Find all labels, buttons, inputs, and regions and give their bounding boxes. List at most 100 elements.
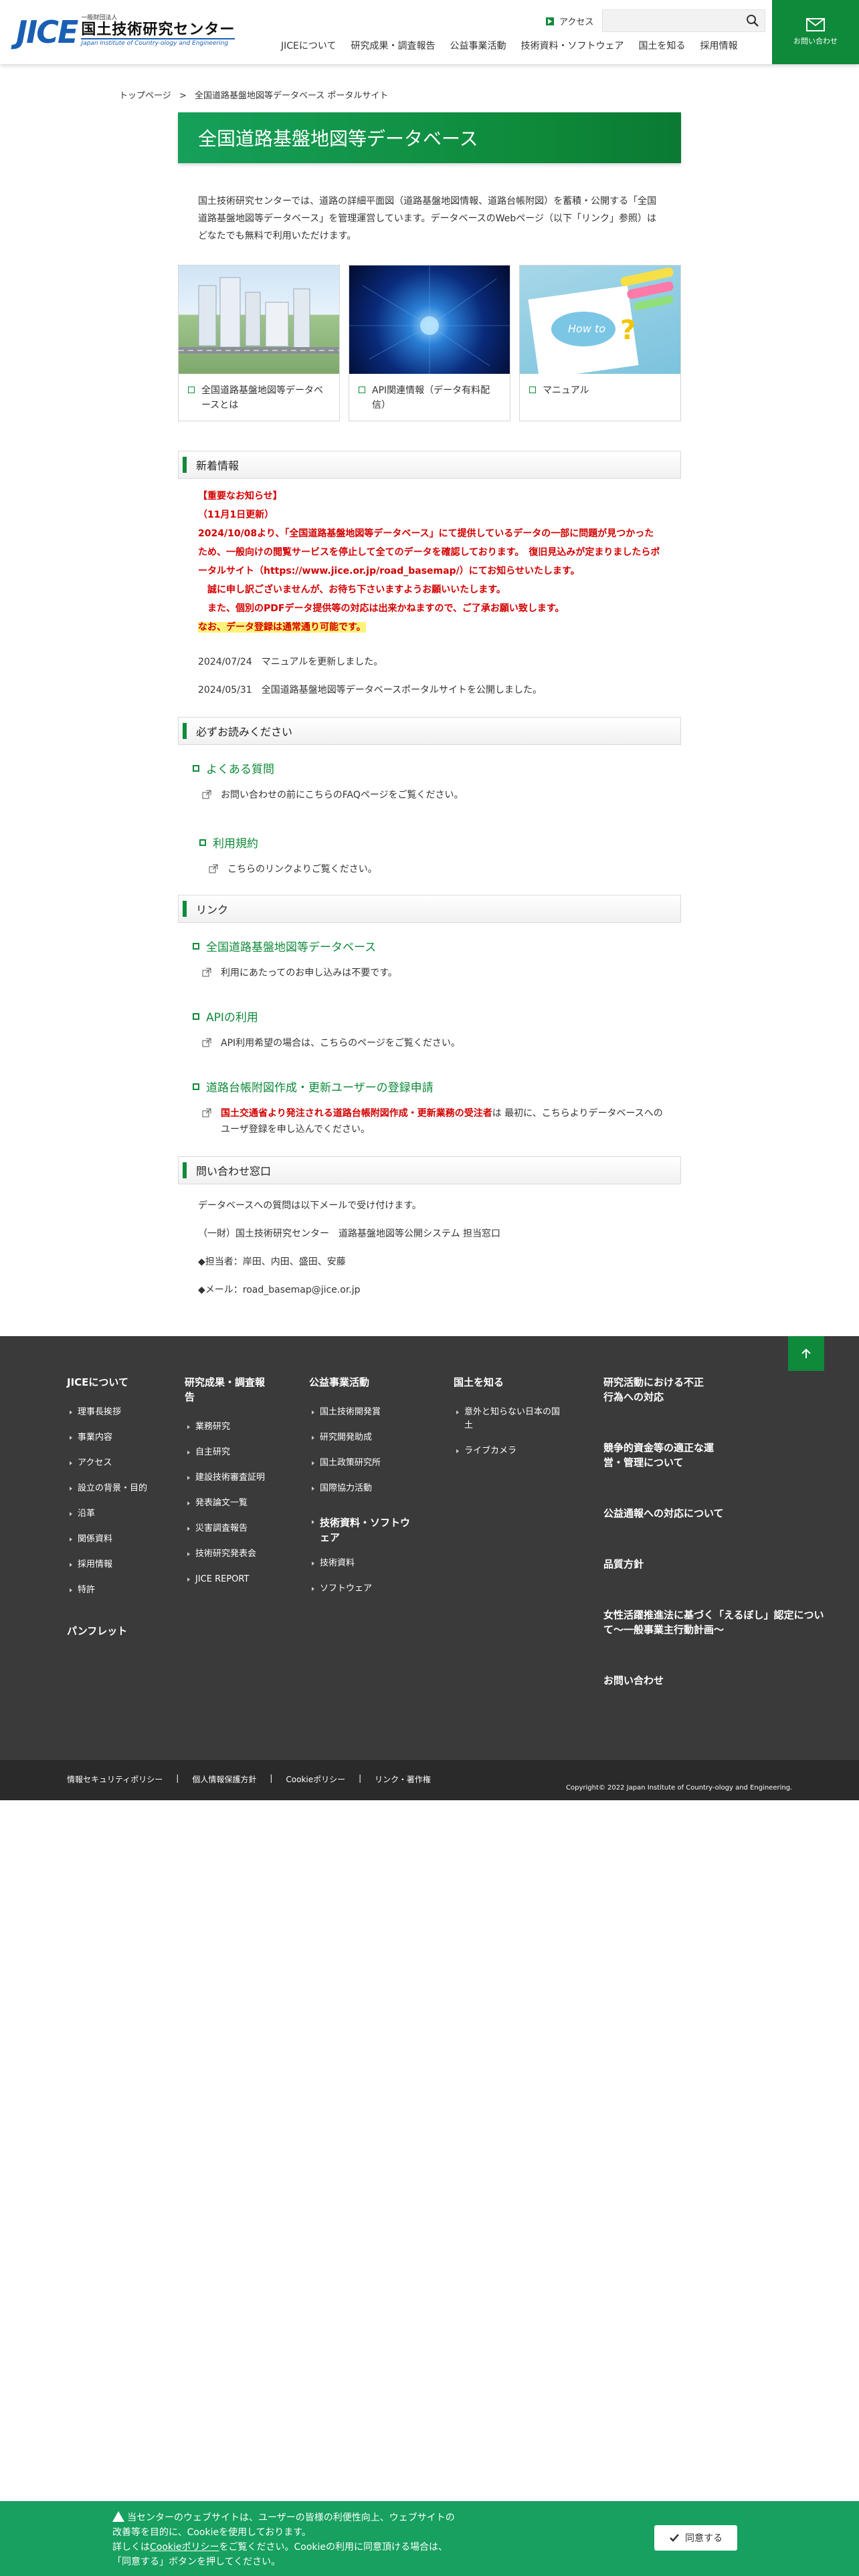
- footer-policy-link[interactable]: 競争的資金等の適正な運営・管理について: [603, 1440, 724, 1470]
- footer-col-title[interactable]: 国土を知る: [454, 1375, 561, 1390]
- external-link-icon: [209, 864, 218, 873]
- footer-policy-link[interactable]: 研究活動における不正行為への対応: [603, 1375, 710, 1404]
- footer-divider: |: [176, 1774, 179, 1783]
- news-date: 2024/05/31: [198, 685, 252, 695]
- footer-link[interactable]: アクセス: [67, 1457, 154, 1470]
- terms-title[interactable]: 利用規約: [178, 834, 681, 851]
- footer-bottom-link[interactable]: 情報セキュリティポリシー: [67, 1774, 163, 1785]
- search-input[interactable]: [603, 10, 737, 31]
- link-icon: [188, 387, 195, 393]
- nav-item-research[interactable]: 研究成果・調査報告: [351, 39, 435, 52]
- intro-text: 国土技術研究センターでは、道路の詳細平面図（道路基盤地図情報、道路台帳附図）を蓄…: [198, 196, 657, 241]
- footer-link[interactable]: 技術資料: [309, 1557, 423, 1570]
- terms-text[interactable]: こちらのリンクよりご覧ください。: [178, 861, 681, 877]
- external-link-icon: [202, 968, 211, 977]
- contact-button[interactable]: お問い合わせ: [772, 0, 859, 64]
- footer-link[interactable]: 建設技術審査証明: [185, 1471, 272, 1485]
- news-item[interactable]: 2024/07/24 マニュアルを更新しました。: [198, 653, 661, 671]
- cookie-policy-link[interactable]: Cookieポリシー: [150, 2542, 219, 2553]
- svg-text:How to: How to: [568, 322, 605, 335]
- footer-link[interactable]: 発表論文一覧: [185, 1497, 272, 1510]
- digital-network-image: [349, 265, 510, 374]
- footer-col-title[interactable]: 技術資料・ソフトウェア: [309, 1515, 416, 1545]
- nav-item-recruit[interactable]: 採用情報: [700, 39, 737, 52]
- footer-col-title[interactable]: 研究成果・調査報告: [185, 1375, 272, 1404]
- footer-link[interactable]: 技術研究発表会: [185, 1547, 272, 1561]
- back-to-top-button[interactable]: [788, 1336, 824, 1371]
- footer-link[interactable]: 事業内容: [67, 1431, 154, 1444]
- card-manual[interactable]: How to ? マニュアル: [519, 265, 681, 421]
- db-link-text[interactable]: 利用にあたってのお申し込みは不要です。: [178, 965, 681, 981]
- notice-highlight: なお、データ登録は通常通り可能です。: [198, 622, 366, 633]
- card-about-db-label: 全国道路基盤地図等データベースとは: [201, 385, 323, 411]
- nav-item-tech-software[interactable]: 技術資料・ソフトウェア: [520, 39, 624, 52]
- footer-bottom-link[interactable]: リンク・著作権: [375, 1774, 431, 1785]
- main-nav: JICEについて 研究成果・調査報告 公益事業活動 技術資料・ソフトウェア 国土…: [281, 39, 752, 52]
- api-link-text[interactable]: API利用希望の場合は、こちらのページをご覧ください。: [178, 1035, 681, 1051]
- footer-link[interactable]: 国土技術開発賞: [309, 1406, 423, 1419]
- footer-link[interactable]: JICE REPORT: [185, 1573, 272, 1586]
- footer-link[interactable]: 採用情報: [67, 1558, 154, 1572]
- svg-text:?: ?: [620, 315, 636, 346]
- breadcrumb-separator: >: [179, 91, 187, 101]
- footer-link[interactable]: 国際協力活動: [309, 1482, 423, 1495]
- notice-line: 誠に申し訳ございませんが、お待ち下さいますようお願いいたします。: [198, 584, 506, 595]
- footer-policy-link[interactable]: 女性活躍推進法に基づく「えるぼし」認定について〜一般事業主行動計画〜: [603, 1608, 824, 1637]
- faq-text-label: お問い合わせの前にこちらのFAQページをご覧ください。: [221, 790, 464, 800]
- api-link-title[interactable]: APIの利用: [178, 1008, 681, 1025]
- footer-link[interactable]: 研究開発助成: [309, 1431, 423, 1444]
- footer-link[interactable]: 国土政策研究所: [309, 1457, 423, 1470]
- howto-notebook-image: How to ?: [520, 265, 680, 374]
- db-link-title[interactable]: 全国道路基盤地図等データベース: [178, 938, 681, 954]
- cookie-line: をご覧ください。Cookieの利用に同意頂ける場合は、: [219, 2542, 448, 2553]
- agree-button[interactable]: 同意する: [654, 2525, 737, 2551]
- nav-item-about[interactable]: JICEについて: [281, 39, 336, 52]
- footer-link[interactable]: 沿革: [67, 1507, 154, 1521]
- faq-text[interactable]: お問い合わせの前にこちらのFAQページをご覧ください。: [178, 787, 681, 803]
- cookie-line: 当センターのウェブサイトは、ユーザーの皆様の利便性向上、ウェブサイトの: [127, 2512, 455, 2523]
- nav-item-know-land[interactable]: 国土を知る: [638, 39, 685, 52]
- card-api-info[interactable]: API関連情報（データ有料配信）: [349, 265, 510, 421]
- city-buildings-image: [179, 265, 339, 374]
- footer-policy-link[interactable]: お問い合わせ: [603, 1673, 824, 1688]
- footer-policy-link[interactable]: 品質方針: [603, 1557, 824, 1572]
- notice-line: （11月1日更新）: [198, 510, 274, 520]
- news-item[interactable]: 2024/05/31 全国道路基盤地図等データベースポータルサイトを公開しました…: [198, 681, 661, 700]
- card-about-db[interactable]: 全国道路基盤地図等データベースとは: [178, 265, 340, 421]
- link-icon: [359, 387, 365, 393]
- footer-link[interactable]: 意外と知らない日本の国土: [454, 1406, 561, 1432]
- faq-title[interactable]: よくある質問: [178, 760, 681, 776]
- registration-text[interactable]: 国土交通省より発注される道路台帳附図作成・更新業務の受注者は 最初に、こちらより…: [178, 1105, 681, 1138]
- footer-bottom-link[interactable]: Cookieポリシー: [286, 1774, 345, 1785]
- faq-title-text: よくある質問: [206, 763, 274, 776]
- footer-policy-link[interactable]: 公益通報への対応について: [603, 1506, 824, 1521]
- registration-title[interactable]: 道路台帳附図作成・更新ユーザーの登録申請: [178, 1078, 681, 1095]
- footer-col-title[interactable]: JICEについて: [67, 1375, 154, 1390]
- search-icon[interactable]: [746, 14, 759, 27]
- nav-item-public-activities[interactable]: 公益事業活動: [450, 39, 506, 52]
- contact-line: （一財）国土技術研究センター 道路基盤地図等公開システム 担当窓口: [198, 1228, 501, 1239]
- footer-link[interactable]: 自主研究: [185, 1446, 272, 1459]
- site-logo[interactable]: JICE 一般財団法人 国土技術研究センター Japan Institute o…: [16, 15, 235, 47]
- contact-line: データベースへの質問は以下メールで受け付けます。: [198, 1200, 421, 1211]
- footer-bottom-link[interactable]: 個人情報保護方針: [192, 1774, 256, 1785]
- copyright: Copyright© 2022 Japan Institute of Count…: [566, 1784, 793, 1792]
- access-link[interactable]: アクセス: [546, 15, 593, 27]
- footer-link[interactable]: ライブカメラ: [454, 1444, 561, 1458]
- footer-col-policies: 研究活動における不正行為への対応 競争的資金等の適正な運営・管理について 公益通…: [603, 1375, 824, 1724]
- footer-pamphlet-link[interactable]: パンフレット: [67, 1624, 154, 1638]
- footer-link[interactable]: 関係資料: [67, 1533, 154, 1546]
- breadcrumb-home[interactable]: トップページ: [119, 91, 171, 101]
- footer-link[interactable]: 災害調査報告: [185, 1522, 272, 1535]
- footer-link[interactable]: ソフトウェア: [309, 1582, 423, 1596]
- footer-link[interactable]: 特許: [67, 1584, 154, 1597]
- footer-col-title[interactable]: 公益事業活動: [309, 1375, 423, 1390]
- notice-line: 2024/10/08より、「全国道路基盤地図等データベース」にて提供しているデー…: [198, 528, 660, 576]
- important-notice: 【重要なお知らせ】 （11月1日更新） 2024/10/08より、「全国道路基盤…: [178, 479, 681, 637]
- notice-line: また、個別のPDFデータ提供等の対応は出来かねますので、ご了承お願い致します。: [198, 603, 565, 614]
- footer-link[interactable]: 設立の背景・目的: [67, 1482, 154, 1495]
- cookie-consent-bar: 当センターのウェブサイトは、ユーザーの皆様の利便性向上、ウェブサイトの 改善等を…: [0, 2501, 859, 2576]
- news-text: 全国道路基盤地図等データベースポータルサイトを公開しました。: [261, 685, 543, 695]
- footer-link[interactable]: 業務研究: [185, 1420, 272, 1434]
- footer-link[interactable]: 理事長挨拶: [67, 1406, 154, 1419]
